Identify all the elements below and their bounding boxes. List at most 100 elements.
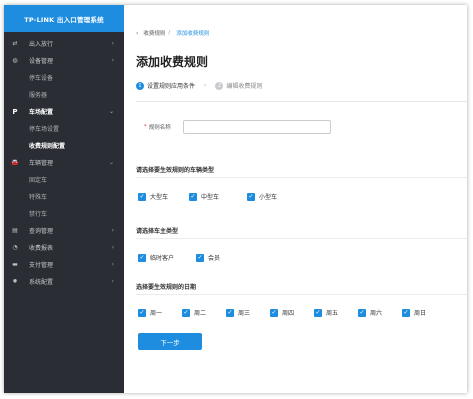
- divider: [136, 294, 467, 295]
- weekday-tue-checkbox[interactable]: ✓ 周二: [182, 308, 226, 317]
- sidebar-item-label: 设备管理: [29, 58, 54, 65]
- sidebar-item-vehicle-management[interactable]: 🚘 车辆管理 ⌄: [4, 154, 124, 171]
- divider: [136, 177, 467, 178]
- next-step-button[interactable]: 下一步: [138, 333, 202, 350]
- vehicle-type-large-checkbox[interactable]: ✓ 大型车: [138, 192, 182, 201]
- step-label: 编辑收费规则: [226, 83, 263, 90]
- checkbox-label: 周二: [194, 310, 207, 317]
- report-icon: ◔: [12, 244, 18, 251]
- breadcrumb-current: 添加收费规则: [176, 31, 210, 37]
- sidebar: TP-LINK 出入口管理系统 ⇄ 出入放行 › ◍ 设备管理 › 停车设备 服…: [4, 5, 124, 393]
- chevron-right-icon: ›: [111, 244, 114, 251]
- checkbox-checked-icon: ✓: [270, 308, 278, 317]
- checkbox-checked-icon: ✓: [247, 192, 255, 201]
- sidebar-subitem-server[interactable]: 服务器: [4, 86, 124, 103]
- sidebar-subitem-parking-device[interactable]: 停车设备: [4, 69, 124, 86]
- rule-name-field: * 规则名称: [144, 120, 331, 134]
- weekday-sat-checkbox[interactable]: ✓ 周六: [358, 308, 402, 317]
- sidebar-subitem-special-vehicle[interactable]: 特殊车: [4, 188, 124, 205]
- rule-name-label: 规则名称: [148, 125, 171, 131]
- weekday-fri-checkbox[interactable]: ✓ 周五: [314, 308, 358, 317]
- checkbox-label: 周三: [238, 310, 251, 317]
- owner-type-temporary-checkbox[interactable]: ✓ 临时客户: [138, 253, 196, 262]
- sidebar-item-label: 系统配置: [29, 279, 54, 286]
- step-indicator: 1 设置规则应用条件 › 2 编辑收费规则: [136, 81, 262, 90]
- main-content: ‹ 收费规则 / 添加收费规则 添加收费规则 1 设置规则应用条件 › 2 编辑…: [124, 5, 467, 393]
- parking-icon: P: [12, 107, 18, 116]
- checkbox-label: 周一: [150, 310, 163, 317]
- weekday-thu-checkbox[interactable]: ✓ 周四: [270, 308, 314, 317]
- checkbox-checked-icon: ✓: [314, 308, 322, 317]
- checkbox-label: 中型车: [201, 194, 220, 201]
- checkbox-checked-icon: ✓: [138, 192, 146, 201]
- checkbox-checked-icon: ✓: [358, 308, 366, 317]
- checkbox-label: 大型车: [150, 194, 169, 201]
- device-icon: ◍: [12, 57, 18, 64]
- vehicle-type-options: ✓ 大型车 ✓ 中型车 ✓ 小型车: [138, 192, 277, 201]
- sidebar-subitem-fee-rules[interactable]: 收费规则配置: [4, 137, 124, 154]
- sidebar-item-payment[interactable]: ▬ 支付管理 ›: [4, 256, 124, 273]
- step-number: 1: [136, 81, 144, 90]
- chevron-down-icon: ⌄: [108, 108, 114, 115]
- checkbox-label: 周日: [414, 310, 427, 317]
- rule-name-input[interactable]: [182, 120, 331, 134]
- sidebar-subitem-lot-settings[interactable]: 停车场设置: [4, 120, 124, 137]
- divider: [136, 101, 467, 102]
- query-icon: ▤: [12, 227, 18, 234]
- vehicle-type-medium-checkbox[interactable]: ✓ 中型车: [189, 192, 247, 201]
- app-window: TP-LINK 出入口管理系统 ⇄ 出入放行 › ◍ 设备管理 › 停车设备 服…: [4, 5, 467, 393]
- required-marker: *: [144, 124, 147, 130]
- back-arrow-icon[interactable]: ‹: [136, 30, 138, 37]
- chevron-right-icon: ›: [111, 57, 114, 64]
- breadcrumb: ‹ 收费规则 / 添加收费规则: [136, 29, 210, 38]
- owner-type-member-checkbox[interactable]: ✓ 会员: [196, 253, 220, 262]
- chevron-right-icon: ›: [111, 40, 114, 47]
- car-icon: 🚘: [11, 159, 19, 166]
- sidebar-item-label: 车场配置: [29, 109, 54, 116]
- sidebar-item-query[interactable]: ▤ 查询管理 ›: [4, 222, 124, 239]
- page-title: 添加收费规则: [136, 55, 209, 69]
- breadcrumb-separator: /: [168, 30, 171, 36]
- sidebar-item-lot-config[interactable]: P 车场配置 ⌄: [4, 103, 124, 120]
- sidebar-nav: ⇄ 出入放行 › ◍ 设备管理 › 停车设备 服务器 P 车场配置 ⌄ 停车场设…: [4, 32, 124, 290]
- sidebar-subitem-fixed-vehicle[interactable]: 固定车: [4, 171, 124, 188]
- chevron-down-icon: ⌄: [108, 159, 114, 166]
- chevron-right-icon: ›: [111, 261, 114, 268]
- checkbox-checked-icon: ✓: [182, 308, 190, 317]
- checkbox-checked-icon: ✓: [189, 192, 197, 201]
- weekday-mon-checkbox[interactable]: ✓ 周一: [138, 308, 182, 317]
- step-arrow-icon: ›: [204, 82, 207, 89]
- checkbox-checked-icon: ✓: [226, 308, 234, 317]
- chevron-right-icon: ›: [111, 227, 114, 234]
- chevron-right-icon: ›: [111, 278, 114, 285]
- sidebar-item-label: 收费报表: [29, 245, 54, 252]
- step-1: 1 设置规则应用条件: [136, 81, 195, 90]
- sidebar-item-release[interactable]: ⇄ 出入放行 ›: [4, 35, 124, 52]
- weekday-options: ✓ 周一 ✓ 周二 ✓ 周三 ✓ 周四 ✓ 周五 ✓ 周六 ✓ 周日: [138, 308, 426, 317]
- sidebar-item-reports[interactable]: ◔ 收费报表 ›: [4, 239, 124, 256]
- checkbox-label: 小型车: [259, 194, 278, 201]
- owner-type-options: ✓ 临时客户 ✓ 会员: [138, 253, 220, 262]
- sidebar-subitem-banned-vehicle[interactable]: 禁行车: [4, 205, 124, 222]
- vehicle-type-small-checkbox[interactable]: ✓ 小型车: [247, 192, 277, 201]
- weekday-title: 选择要生效规则的日期: [136, 284, 197, 291]
- sidebar-item-label: 支付管理: [29, 262, 54, 269]
- sidebar-item-device-management[interactable]: ◍ 设备管理 ›: [4, 52, 124, 69]
- checkbox-label: 周五: [326, 310, 339, 317]
- divider: [136, 238, 467, 239]
- weekday-wed-checkbox[interactable]: ✓ 周三: [226, 308, 270, 317]
- step-label: 设置规则应用条件: [147, 83, 196, 90]
- checkbox-checked-icon: ✓: [402, 308, 410, 317]
- checkbox-label: 周六: [370, 310, 383, 317]
- checkbox-label: 周四: [282, 310, 295, 317]
- vehicle-type-title: 请选择要生效规则的车辆类型: [136, 167, 215, 174]
- breadcrumb-parent[interactable]: 收费规则: [143, 29, 165, 37]
- sidebar-item-system-config[interactable]: ✹ 系统配置 ›: [4, 273, 124, 290]
- sidebar-item-label: 查询管理: [29, 228, 54, 235]
- weekday-sun-checkbox[interactable]: ✓ 周日: [402, 308, 426, 317]
- payment-icon: ▬: [12, 261, 18, 268]
- checkbox-label: 临时客户: [150, 255, 175, 262]
- step-2: 2 编辑收费规则: [215, 81, 262, 90]
- sidebar-item-label: 出入放行: [29, 41, 54, 48]
- settings-icon: ✹: [12, 278, 18, 285]
